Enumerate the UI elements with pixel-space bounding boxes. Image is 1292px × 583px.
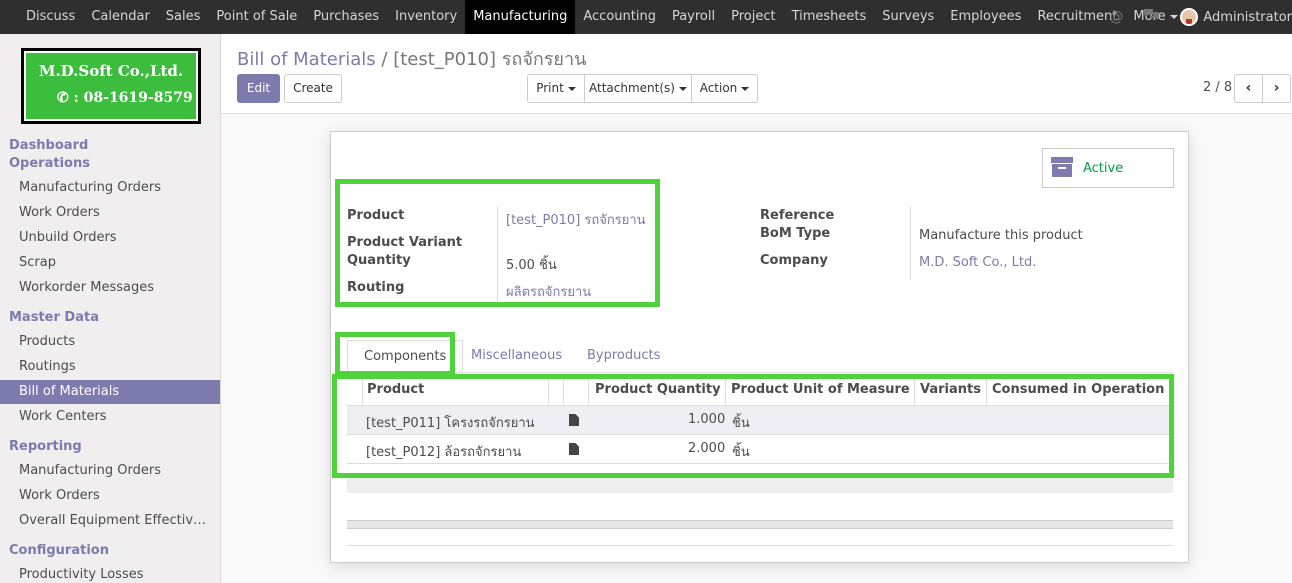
user-menu[interactable]: Administrator <box>1203 10 1292 25</box>
menu-employees[interactable]: Employees <box>942 0 1029 34</box>
pager-next-button[interactable]: › <box>1262 74 1291 103</box>
logo-company-name: M.D.Soft Co.,Ltd. <box>38 62 184 80</box>
breadcrumb-current: [test_P010] รถจักรยาน <box>393 49 587 70</box>
sidebar-item-bill-of-materials[interactable]: Bill of Materials <box>0 380 220 404</box>
phone-icon: ✆ <box>57 90 69 106</box>
sidebar-item-oee[interactable]: Overall Equipment Effectiv… <box>0 509 220 533</box>
archive-icon <box>1051 157 1073 177</box>
sidebar-section-configuration[interactable]: Configuration <box>9 543 109 558</box>
menu-sales[interactable]: Sales <box>158 0 209 34</box>
top-navbar: Discuss Calendar Sales Point of Sale Pur… <box>0 0 1292 34</box>
bom-type-field[interactable]: Manufacture this product <box>919 228 1083 243</box>
create-button[interactable]: Create <box>284 74 342 103</box>
menu-purchases[interactable]: Purchases <box>305 0 387 34</box>
sidebar-item-productivity-losses[interactable]: Productivity Losses <box>0 563 220 583</box>
sidebar-item-unbuild-orders[interactable]: Unbuild Orders <box>0 226 220 250</box>
highlight-box-product-fields <box>335 179 660 307</box>
tab-divider <box>347 372 1173 373</box>
company-label: Company <box>760 253 828 268</box>
menu-manufacturing[interactable]: Manufacturing <box>465 0 576 34</box>
logo-badge: M.D.Soft Co.,Ltd. ✆ : 08-1619-8579 <box>24 51 198 121</box>
sidebar-item-scrap[interactable]: Scrap <box>0 251 220 275</box>
print-label: Print <box>536 81 564 95</box>
logo-phone-number: : 08-1619-8579 <box>73 90 193 106</box>
sidebar-item-work-centers[interactable]: Work Centers <box>0 405 220 429</box>
menu-calendar[interactable]: Calendar <box>83 0 157 34</box>
tab-byproducts[interactable]: Byproducts <box>587 340 660 372</box>
sidebar-item-products[interactable]: Products <box>0 330 220 354</box>
action-label: Action <box>699 81 738 95</box>
sidebar-dashboard[interactable]: Dashboard <box>9 138 88 153</box>
menu-discuss[interactable]: Discuss <box>18 0 83 34</box>
reference-label: Reference <box>760 208 835 223</box>
bom-type-label: BoM Type <box>760 226 831 241</box>
edit-button[interactable]: Edit <box>237 74 280 103</box>
highlight-box-components-tab <box>335 332 455 376</box>
action-button[interactable]: Action <box>691 74 758 103</box>
highlight-box-components-table <box>332 374 1174 478</box>
sidebar-item-report-work-orders[interactable]: Work Orders <box>0 484 220 508</box>
menu-surveys[interactable]: Surveys <box>874 0 942 34</box>
company-field[interactable]: M.D. Soft Co., Ltd. <box>919 255 1036 270</box>
chevron-down-icon <box>567 86 576 91</box>
menu-point-of-sale[interactable]: Point of Sale <box>208 0 305 34</box>
sidebar-section-master-data[interactable]: Master Data <box>9 310 99 325</box>
menu-project[interactable]: Project <box>723 0 783 34</box>
company-logo: M.D.Soft Co.,Ltd. ✆ : 08-1619-8579 <box>21 48 201 124</box>
sidebar-item-work-orders[interactable]: Work Orders <box>0 201 220 225</box>
pager-value[interactable]: 2 / 8 <box>1203 80 1232 95</box>
breadcrumb-separator: / <box>381 49 388 70</box>
attachments-label: Attachment(s) <box>589 81 675 95</box>
systray: @ Administrator <box>1109 0 1292 34</box>
breadcrumb: Bill of Materials / [test_P010] รถจักรยา… <box>237 44 586 73</box>
menu-timesheets[interactable]: Timesheets <box>784 0 875 34</box>
chevron-right-icon: › <box>1273 80 1280 96</box>
sidebar-item-manufacturing-orders[interactable]: Manufacturing Orders <box>0 176 220 200</box>
pager-previous-button[interactable]: ‹ <box>1234 74 1263 103</box>
logo-phone: ✆ : 08-1619-8579 <box>57 90 193 106</box>
table-footer <box>347 476 1173 493</box>
menu-payroll[interactable]: Payroll <box>664 0 723 34</box>
attachments-button[interactable]: Attachment(s) <box>584 74 692 103</box>
chatter-separator <box>347 520 1173 529</box>
active-toggle-button[interactable]: Active <box>1042 148 1174 188</box>
sidebar: M.D.Soft Co.,Ltd. ✆ : 08-1619-8579 Dashb… <box>0 34 221 583</box>
menu-accounting[interactable]: Accounting <box>575 0 664 34</box>
avatar[interactable] <box>1180 8 1199 26</box>
chevron-down-icon <box>741 86 750 91</box>
chatter-divider <box>347 545 1173 546</box>
sidebar-item-workorder-messages[interactable]: Workorder Messages <box>0 276 220 300</box>
sidebar-item-report-manufacturing-orders[interactable]: Manufacturing Orders <box>0 459 220 483</box>
main-menu: Discuss Calendar Sales Point of Sale Pur… <box>0 0 1186 34</box>
sidebar-section-reporting[interactable]: Reporting <box>9 439 82 454</box>
chevron-left-icon: ‹ <box>1245 80 1252 96</box>
tab-miscellaneous[interactable]: Miscellaneous <box>471 340 562 372</box>
chevron-down-icon <box>678 86 687 91</box>
active-status-label: Active <box>1083 161 1124 176</box>
sidebar-section-operations[interactable]: Operations <box>9 156 90 171</box>
field-divider <box>910 206 911 280</box>
menu-inventory[interactable]: Inventory <box>387 0 465 34</box>
print-button[interactable]: Print <box>527 74 585 103</box>
at-mention-icon[interactable]: @ <box>1109 9 1123 25</box>
breadcrumb-parent[interactable]: Bill of Materials <box>237 49 376 70</box>
chat-bubbles-icon[interactable] <box>1143 8 1160 26</box>
sidebar-item-routings[interactable]: Routings <box>0 355 220 379</box>
